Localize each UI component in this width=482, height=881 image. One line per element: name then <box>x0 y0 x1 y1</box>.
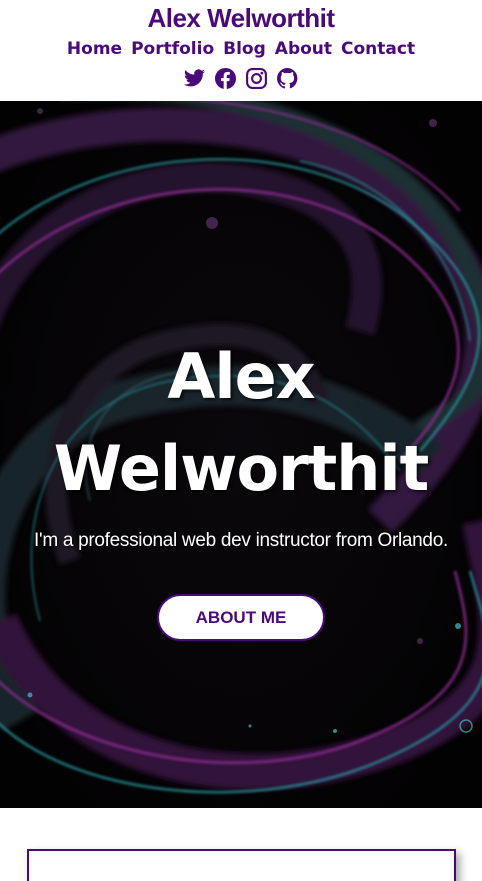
nav-blog-link[interactable]: Blog <box>223 38 266 60</box>
facebook-icon <box>214 67 237 90</box>
hero-content: Alex Welworthit I'm a professional web d… <box>0 331 482 641</box>
twitter-icon <box>183 69 206 87</box>
site-title[interactable]: Alex Welworthit <box>0 0 482 33</box>
github-link[interactable] <box>276 67 299 90</box>
main-nav: Home Portfolio Blog About Contact <box>0 38 482 60</box>
hero-title-line1: Alex <box>167 340 315 413</box>
nav-home-link[interactable]: Home <box>67 38 122 60</box>
nav-portfolio-link[interactable]: Portfolio <box>131 38 214 60</box>
hero-title-line2: Welworthit <box>53 432 430 505</box>
nav-contact-link[interactable]: Contact <box>341 38 415 60</box>
facebook-link[interactable] <box>214 67 237 90</box>
hero-title: Alex Welworthit <box>0 331 482 515</box>
twitter-link[interactable] <box>183 67 206 90</box>
instagram-link[interactable] <box>245 67 268 90</box>
hero-section: Alex Welworthit I'm a professional web d… <box>0 101 482 808</box>
nav-about-link[interactable]: About <box>275 38 332 60</box>
hero-tagline: I'm a professional web dev instructor fr… <box>34 530 448 551</box>
content-card <box>27 849 456 881</box>
about-me-button[interactable]: ABOUT ME <box>157 594 325 641</box>
site-header: Alex Welworthit Home Portfolio Blog Abou… <box>0 0 482 101</box>
github-icon <box>277 67 298 89</box>
instagram-icon <box>246 68 267 89</box>
social-links <box>0 67 482 90</box>
